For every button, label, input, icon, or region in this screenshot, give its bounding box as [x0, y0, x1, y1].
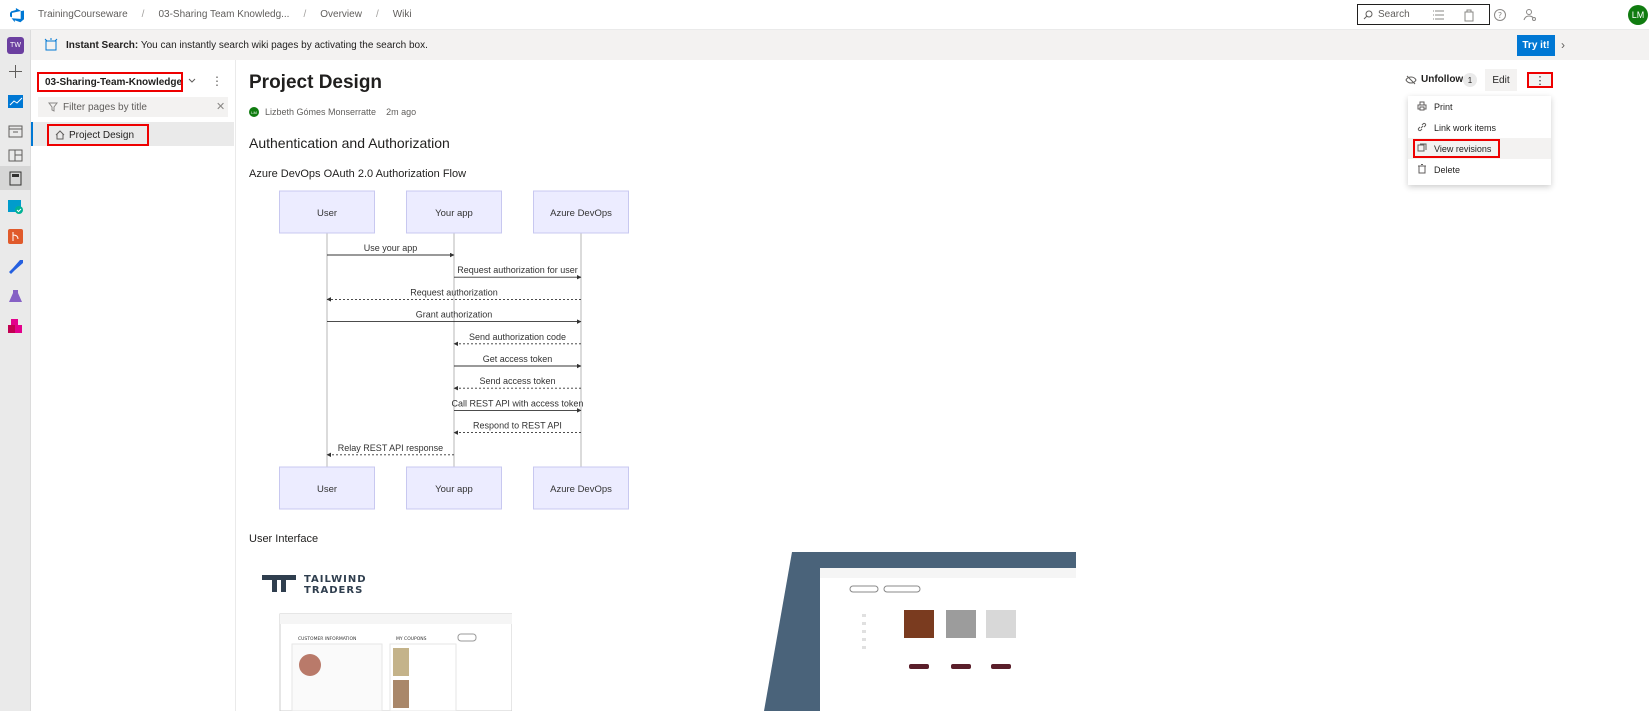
- message-label: Grant authorization: [416, 310, 493, 320]
- filter-icon: [48, 102, 58, 112]
- history-icon: [1417, 143, 1427, 152]
- mockup-panel-title: CUSTOMER INFORMATION: [298, 636, 356, 642]
- menu-item-label: Print: [1434, 102, 1453, 112]
- help-icon[interactable]: ?: [1493, 8, 1507, 22]
- test-plans-icon[interactable]: [7, 198, 24, 215]
- wiki-page-content: Project Design LM Lizbeth Gómes Monserra…: [236, 60, 1649, 711]
- home-icon: [55, 130, 65, 140]
- heading-user-interface: User Interface: [249, 533, 319, 545]
- menu-item-delete[interactable]: Delete: [1408, 159, 1551, 180]
- artifacts-icon[interactable]: [7, 288, 24, 305]
- wiki-icon[interactable]: [7, 170, 24, 187]
- tree-item-project-design[interactable]: Project Design: [47, 124, 149, 146]
- extensions-icon[interactable]: [7, 318, 24, 335]
- navigation-rail: TW: [0, 30, 31, 711]
- message-label: Respond to REST API: [473, 421, 562, 431]
- breadcrumb-item-wiki[interactable]: Wiki: [393, 9, 412, 20]
- message-label: Use your app: [364, 243, 418, 253]
- sequence-diagram: User User Your app Your app Azure DevOps Azur…: [279, 190, 629, 510]
- menu-item-label: View revisions: [1434, 144, 1492, 154]
- wiki-selector[interactable]: 03-Sharing-Team-Knowledge-u...: [37, 72, 183, 92]
- pipelines-icon[interactable]: [7, 258, 24, 275]
- logo-text-line2: TRADERS: [304, 585, 363, 596]
- ui-mockup-image-catalog: [764, 552, 1076, 711]
- breadcrumb-item-project[interactable]: 03-Sharing Team Knowledg...: [158, 9, 289, 20]
- actor-label-top: User: [317, 208, 337, 219]
- menu-item-print[interactable]: Print: [1408, 96, 1551, 117]
- filter-pages-input[interactable]: Filter pages by title ✕: [38, 97, 228, 117]
- chevron-down-icon[interactable]: [187, 76, 197, 86]
- message-label: Relay REST API response: [338, 443, 443, 453]
- mockup-panel-title: MY COUPONS: [396, 636, 427, 642]
- clear-filter-icon[interactable]: ✕: [216, 100, 225, 113]
- dashboards-icon[interactable]: [7, 147, 24, 164]
- azure-devops-logo-icon[interactable]: [9, 7, 25, 23]
- message-label: Send authorization code: [469, 332, 566, 342]
- tailwind-traders-logo: TAILWIND TRADERS: [262, 574, 367, 596]
- app-root: TrainingCourseware / 03-Sharing Team Kno…: [0, 0, 1649, 711]
- banner-collapse-icon[interactable]: ›: [1561, 38, 1565, 52]
- message-label: Send access token: [479, 376, 555, 386]
- print-icon: [1417, 101, 1427, 111]
- delete-icon: [1418, 164, 1426, 174]
- breadcrumb-separator: /: [141, 9, 145, 20]
- follow-count-badge: 1: [1463, 73, 1477, 87]
- add-icon[interactable]: [7, 63, 24, 80]
- try-it-button[interactable]: Try it!: [1517, 35, 1555, 56]
- link-icon: [1417, 122, 1427, 132]
- svg-text:?: ?: [1498, 11, 1502, 20]
- ui-mockup-image-customer: TAILWIND TRADERS CUSTOMER INFORMATION MY…: [262, 574, 512, 711]
- tree-item-label: Project Design: [69, 129, 135, 141]
- actor-label-bottom: Azure DevOps: [550, 484, 612, 495]
- message-label: Call REST API with access token: [452, 398, 584, 408]
- breadcrumb-separator: /: [303, 9, 307, 20]
- more-vertical-icon: ⋮: [1534, 74, 1546, 87]
- boards-icon[interactable]: [7, 123, 24, 140]
- actor-label-top: Azure DevOps: [550, 208, 612, 219]
- banner-message: Instant Search: You can instantly search…: [66, 40, 428, 51]
- user-avatar[interactable]: LM: [1628, 5, 1648, 25]
- filter-placeholder: Filter pages by title: [63, 102, 147, 113]
- actor-label-top: Your app: [435, 208, 473, 219]
- breadcrumb-item-organization[interactable]: TrainingCourseware: [38, 9, 128, 20]
- wiki-tree-pane: 03-Sharing-Team-Knowledge-u... ⋮ Filter …: [31, 60, 236, 711]
- unfollow-label: Unfollow: [1421, 74, 1464, 85]
- unfollow-eye-icon: [1405, 75, 1417, 84]
- page-actions-menu: Print Link work items View revisions Del…: [1408, 96, 1551, 185]
- banner-title: Instant Search:: [66, 40, 139, 51]
- marketplace-bag-icon[interactable]: [1462, 8, 1476, 22]
- top-bar: TrainingCourseware / 03-Sharing Team Kno…: [0, 0, 1649, 30]
- unfollow-button[interactable]: Unfollow: [1405, 74, 1463, 85]
- breadcrumb-item-overview[interactable]: Overview: [320, 9, 362, 20]
- wiki-more-options-icon[interactable]: ⋮: [211, 74, 223, 88]
- message-label: Request authorization: [410, 287, 498, 297]
- actor-label-bottom: Your app: [435, 484, 473, 495]
- menu-item-link-work-items[interactable]: Link work items: [1408, 117, 1551, 138]
- logo-text-line1: TAILWIND: [304, 574, 367, 585]
- search-icon: [1363, 10, 1373, 19]
- menu-item-view-revisions[interactable]: View revisions: [1408, 138, 1551, 159]
- search-placeholder: Search: [1378, 9, 1410, 20]
- message-label: Request authorization for user: [457, 265, 578, 275]
- more-actions-button[interactable]: ⋮: [1527, 72, 1553, 88]
- list-settings-icon[interactable]: [1432, 8, 1446, 22]
- search-tip-icon: [44, 38, 58, 51]
- user-settings-icon[interactable]: [1523, 8, 1537, 22]
- overview-icon[interactable]: [7, 93, 24, 110]
- menu-item-label: Delete: [1434, 165, 1461, 175]
- message-label: Get access token: [483, 354, 553, 364]
- breadcrumb-separator: /: [375, 9, 379, 20]
- breadcrumb: TrainingCourseware / 03-Sharing Team Kno…: [38, 9, 412, 20]
- banner-body: You can instantly search wiki pages by a…: [138, 40, 428, 51]
- repos-icon[interactable]: [7, 228, 24, 245]
- project-badge[interactable]: TW: [7, 37, 24, 54]
- actor-label-bottom: User: [317, 484, 337, 495]
- instant-search-banner: Instant Search: You can instantly search…: [31, 30, 1649, 60]
- edit-button[interactable]: Edit: [1485, 69, 1517, 91]
- menu-item-label: Link work items: [1434, 123, 1497, 133]
